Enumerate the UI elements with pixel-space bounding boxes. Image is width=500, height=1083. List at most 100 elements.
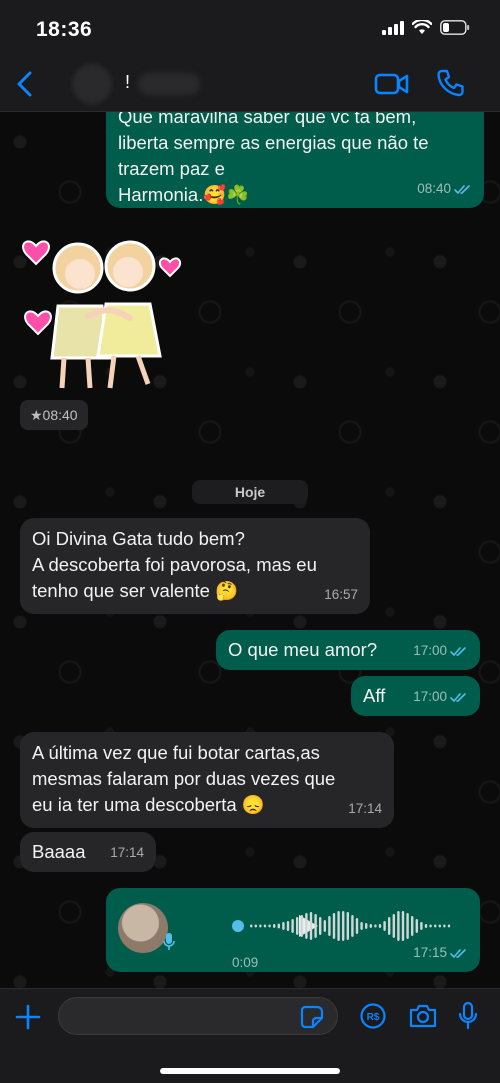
message-meta: 16:57 bbox=[324, 582, 358, 608]
voice-sender-avatar bbox=[118, 903, 168, 953]
waveform-bar bbox=[415, 919, 418, 933]
waveform-bar bbox=[259, 924, 262, 928]
status-bar: 18:36 bbox=[0, 0, 500, 56]
message-time: 08:40 bbox=[417, 181, 451, 196]
microphone-icon bbox=[163, 933, 175, 950]
message-input[interactable] bbox=[58, 997, 338, 1035]
waveform-bar bbox=[282, 922, 285, 930]
waveform-bar bbox=[337, 911, 340, 941]
waveform-bar bbox=[305, 913, 308, 939]
video-call-icon[interactable] bbox=[374, 70, 410, 98]
message-bubble-outgoing[interactable]: Que maravilha saber que vc tá bem, liber… bbox=[106, 112, 484, 208]
contact-avatar[interactable] bbox=[72, 64, 112, 104]
waveform-bar bbox=[360, 922, 363, 930]
input-bar: R$ bbox=[0, 988, 500, 1083]
sticker-hugging-girls[interactable] bbox=[18, 228, 188, 398]
waveform-bar bbox=[369, 924, 372, 928]
status-time: 18:36 bbox=[36, 18, 93, 41]
waveform-bar bbox=[351, 915, 354, 937]
waveform-bar bbox=[291, 919, 294, 933]
message-bubble-outgoing[interactable]: Aff 17:00 bbox=[351, 676, 480, 716]
message-time: 17:00 bbox=[413, 643, 447, 658]
message-bubble-incoming[interactable]: Baaaa 17:14 bbox=[20, 832, 156, 872]
contact-name-redaction bbox=[138, 73, 200, 95]
waveform-bar bbox=[443, 924, 446, 928]
waveform-bar bbox=[268, 924, 271, 928]
voice-message-bubble[interactable]: 0:09 17:15 bbox=[106, 888, 480, 972]
waveform-bar bbox=[250, 924, 253, 928]
read-receipt-icon bbox=[450, 948, 466, 958]
status-icons bbox=[382, 20, 470, 35]
waveform-bar bbox=[424, 924, 428, 928]
waveform-bar bbox=[323, 920, 326, 932]
phone-call-icon[interactable] bbox=[436, 68, 464, 98]
date-divider: Hoje bbox=[192, 480, 308, 504]
waveform-bar bbox=[378, 924, 382, 928]
waveform-bar bbox=[286, 921, 290, 931]
waveform-bar bbox=[328, 916, 331, 936]
voice-duration: 0:09 bbox=[232, 955, 259, 970]
waveform-bar bbox=[401, 911, 405, 941]
message-time: 16:57 bbox=[324, 587, 358, 602]
waveform-bar bbox=[365, 923, 368, 929]
read-receipt-icon bbox=[450, 692, 466, 702]
waveform-bar bbox=[277, 923, 280, 929]
waveform-bar bbox=[309, 912, 313, 940]
message-meta: 08:40 bbox=[417, 176, 472, 202]
waveform-bar bbox=[438, 924, 441, 928]
message-meta: 17:15 bbox=[413, 940, 468, 966]
read-receipt-icon bbox=[450, 646, 466, 656]
message-meta: 17:00 bbox=[413, 684, 468, 710]
voice-progress-dot bbox=[232, 920, 244, 932]
message-bubble-incoming[interactable]: A última vez que fui botar cartas,as mes… bbox=[20, 732, 394, 828]
svg-text:R$: R$ bbox=[367, 1012, 380, 1023]
waveform-bar bbox=[342, 911, 345, 941]
waveform-bar bbox=[392, 914, 395, 938]
waveform-bar bbox=[429, 924, 432, 928]
back-button[interactable] bbox=[10, 68, 40, 100]
read-receipt-icon bbox=[454, 184, 470, 194]
message-bubble-outgoing[interactable]: O que meu amor? 17:00 bbox=[216, 630, 480, 670]
waveform-bar bbox=[355, 918, 359, 934]
camera-icon[interactable] bbox=[408, 1003, 438, 1029]
waveform-bar bbox=[254, 924, 257, 928]
plus-icon[interactable] bbox=[14, 1003, 42, 1031]
microphone-icon[interactable] bbox=[458, 1001, 478, 1031]
message-bubble-incoming[interactable]: Oi Divina Gata tudo bem? A descoberta fo… bbox=[20, 518, 370, 614]
message-text: A última vez que fui botar cartas,as mes… bbox=[32, 742, 336, 815]
waveform-bar bbox=[332, 913, 336, 939]
waveform-bar bbox=[300, 915, 303, 937]
message-text: Oi Divina Gata tudo bem? A descoberta fo… bbox=[32, 528, 317, 601]
waveform-bar bbox=[314, 914, 317, 938]
message-meta: 17:14 bbox=[110, 840, 144, 866]
waveform-bar bbox=[273, 924, 276, 928]
message-time: 17:00 bbox=[413, 689, 447, 704]
waveform-bar bbox=[397, 911, 400, 941]
waveform-bar bbox=[420, 922, 423, 930]
chat-header: ! bbox=[0, 56, 500, 112]
cellular-signal-icon bbox=[382, 20, 404, 35]
message-time: 17:14 bbox=[348, 801, 382, 816]
message-time: 17:14 bbox=[110, 845, 144, 860]
message-meta: 17:14 bbox=[348, 796, 382, 822]
contact-name[interactable]: ! bbox=[125, 72, 130, 93]
waveform-bar bbox=[263, 924, 267, 928]
message-meta: 17:00 bbox=[413, 638, 468, 664]
message-time: 17:15 bbox=[413, 945, 447, 960]
waveform-bar bbox=[406, 913, 409, 939]
chat-area[interactable]: Que maravilha saber que vc tá bem, liber… bbox=[0, 112, 500, 988]
home-indicator bbox=[160, 1068, 340, 1074]
waveform-bar bbox=[319, 917, 322, 935]
waveform-bar bbox=[383, 921, 386, 931]
waveform-bar bbox=[434, 924, 437, 928]
sticker-icon[interactable] bbox=[300, 1005, 324, 1029]
waveform-bar bbox=[296, 917, 299, 935]
waveform-bar bbox=[374, 924, 377, 928]
waveform-bar bbox=[388, 917, 391, 935]
waveform-bar bbox=[346, 912, 349, 940]
waveform-bar bbox=[411, 916, 414, 936]
payment-icon[interactable]: R$ bbox=[360, 1003, 386, 1029]
wifi-icon bbox=[412, 20, 432, 34]
waveform-bar bbox=[447, 924, 451, 928]
sticker-time: ★08:40 bbox=[20, 400, 88, 430]
